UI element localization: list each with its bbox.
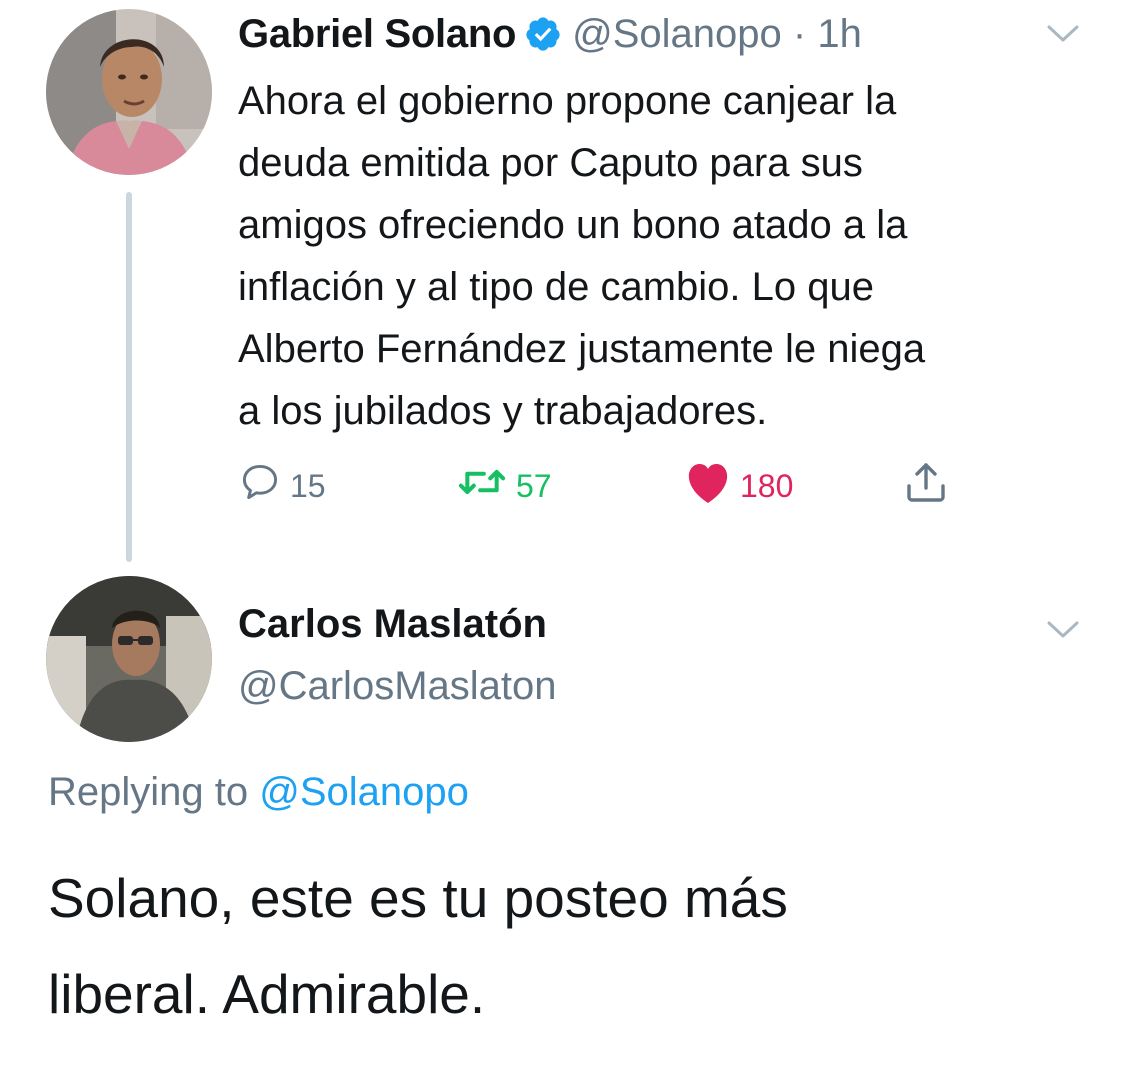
verified-badge-icon bbox=[524, 15, 562, 53]
author-avatar[interactable] bbox=[46, 9, 212, 175]
replying-to-mention-link[interactable]: @Solanopo bbox=[259, 770, 469, 814]
tweet-text: Ahora el gobierno propone canjear la deu… bbox=[238, 79, 926, 433]
tweet-original[interactable]: Gabriel Solano @Solanopo · 1h Ahora el g… bbox=[0, 0, 1124, 570]
thread-connector-line bbox=[126, 192, 132, 562]
share-icon bbox=[902, 458, 950, 514]
retweet-count: 57 bbox=[516, 467, 552, 504]
replying-to: Replying to @Solanopo bbox=[48, 770, 469, 815]
reply-button[interactable]: 15 bbox=[238, 460, 326, 512]
tweet-menu-chevron-down-icon[interactable] bbox=[1046, 24, 1080, 44]
reply-text: Solano, este es tu posteo más liberal. A… bbox=[48, 867, 788, 1025]
avatar-photo bbox=[46, 576, 212, 742]
like-count: 180 bbox=[740, 467, 794, 504]
tweet-actions: 15 57 180 bbox=[238, 460, 978, 512]
replying-to-label: Replying to bbox=[48, 770, 249, 814]
meta-separator: · bbox=[792, 11, 807, 56]
author-handle[interactable]: @Solanopo bbox=[572, 12, 782, 57]
retweet-button[interactable]: 57 bbox=[456, 460, 552, 512]
heart-icon bbox=[684, 460, 732, 512]
reply-author-name[interactable]: Carlos Maslatón bbox=[238, 602, 547, 647]
avatar-photo bbox=[46, 9, 212, 175]
reply-icon bbox=[238, 460, 282, 512]
tweet-timestamp[interactable]: 1h bbox=[817, 12, 862, 57]
reply-menu-chevron-down-icon[interactable] bbox=[1046, 620, 1080, 640]
share-button[interactable] bbox=[902, 460, 950, 512]
retweet-icon bbox=[456, 460, 508, 512]
tweet-header: Gabriel Solano @Solanopo · 1h bbox=[238, 6, 862, 62]
reply-count: 15 bbox=[290, 467, 326, 504]
reply-author-handle[interactable]: @CarlosMaslaton bbox=[238, 664, 557, 709]
reply-author-avatar[interactable] bbox=[46, 576, 212, 742]
author-name[interactable]: Gabriel Solano bbox=[238, 12, 516, 57]
like-button[interactable]: 180 bbox=[684, 460, 793, 512]
